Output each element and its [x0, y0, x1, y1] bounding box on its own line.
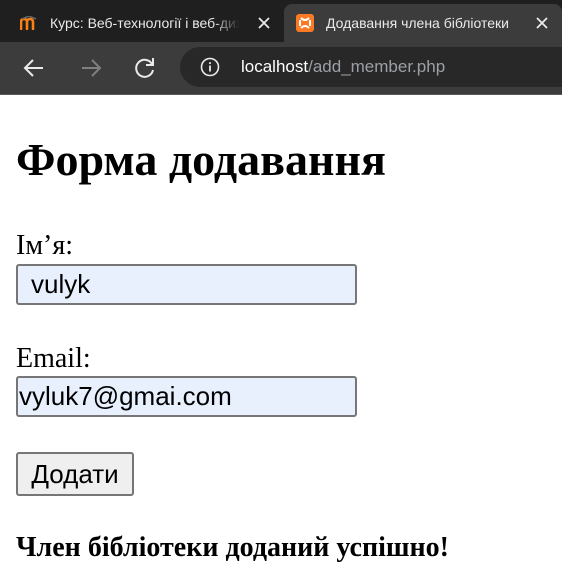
- browser-toolbar: localhost/add_member.php: [0, 42, 562, 95]
- url-path: /add_member.php: [308, 57, 446, 76]
- info-icon[interactable]: [200, 57, 220, 77]
- tab-course[interactable]: Курс: Веб-технології і веб-дизайн: [0, 4, 284, 42]
- address-bar[interactable]: localhost/add_member.php: [180, 47, 562, 87]
- tab-title: Додавання члена бібліотеки: [326, 15, 509, 31]
- reload-icon[interactable]: [131, 54, 159, 82]
- tab-title: Курс: Веб-технології і веб-дизайн: [50, 15, 240, 31]
- name-field[interactable]: [16, 264, 357, 305]
- add-button[interactable]: Додати: [16, 452, 134, 496]
- moodle-icon: [20, 14, 38, 32]
- success-message: Член бібліотеки доданий успішно!: [16, 532, 449, 563]
- close-icon[interactable]: [534, 15, 550, 31]
- xampp-icon: [296, 14, 314, 32]
- page-title: Форма додавання: [16, 134, 386, 185]
- back-arrow-icon[interactable]: [21, 54, 49, 82]
- email-label: Email:: [16, 343, 91, 374]
- name-label: Ім’я:: [16, 230, 74, 261]
- url-text: localhost/add_member.php: [241, 57, 445, 77]
- email-field[interactable]: [16, 376, 357, 417]
- browser-tab-strip: Курс: Веб-технології і веб-дизайн Додава…: [0, 0, 562, 42]
- forward-arrow-icon[interactable]: [76, 54, 104, 82]
- close-icon[interactable]: [256, 15, 272, 31]
- url-host: localhost: [241, 57, 309, 76]
- tab-add-member[interactable]: Додавання члена бібліотеки: [284, 4, 562, 42]
